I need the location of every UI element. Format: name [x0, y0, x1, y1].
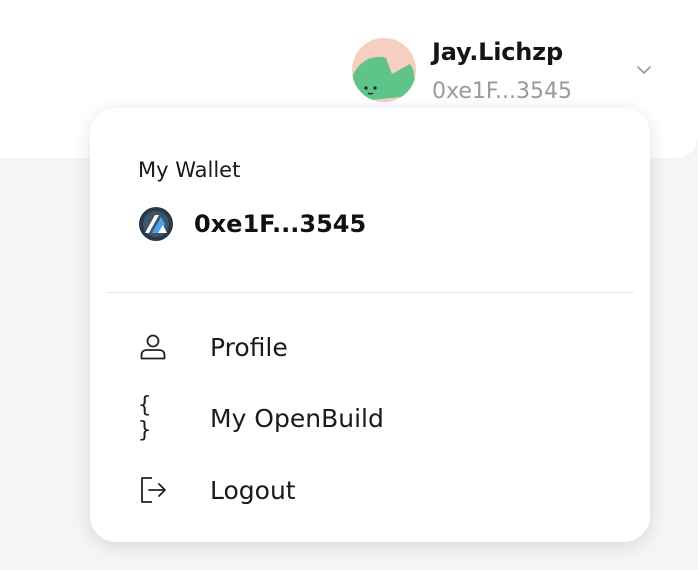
menu-item-label: Profile: [210, 332, 288, 362]
menu-item-my-openbuild[interactable]: { } My OpenBuild: [138, 393, 602, 443]
chain-logo-icon: [138, 206, 174, 242]
user-account-block[interactable]: Jay.Lichzp 0xe1F...3545: [352, 38, 572, 106]
wallet-title: My Wallet: [138, 158, 241, 182]
user-address: 0xe1F...3545: [432, 79, 572, 104]
menu-item-logout[interactable]: Logout: [138, 470, 602, 510]
menu-divider: [106, 292, 634, 293]
wallet-address: 0xe1F...3545: [194, 210, 367, 238]
menu-item-label: My OpenBuild: [210, 403, 384, 433]
user-name: Jay.Lichzp: [432, 38, 563, 66]
menu-item-profile[interactable]: Profile: [138, 327, 602, 367]
account-dropdown-menu: My Wallet 0xe1F...3545 Profile { } My Op…: [90, 108, 650, 542]
wallet-address-row[interactable]: 0xe1F...3545: [138, 206, 366, 242]
menu-item-label: Logout: [210, 475, 296, 505]
avatar[interactable]: [352, 38, 416, 102]
chevron-down-icon[interactable]: [634, 60, 654, 80]
user-icon: [138, 332, 168, 362]
logout-icon: [138, 475, 168, 505]
braces-icon: { }: [138, 393, 158, 443]
